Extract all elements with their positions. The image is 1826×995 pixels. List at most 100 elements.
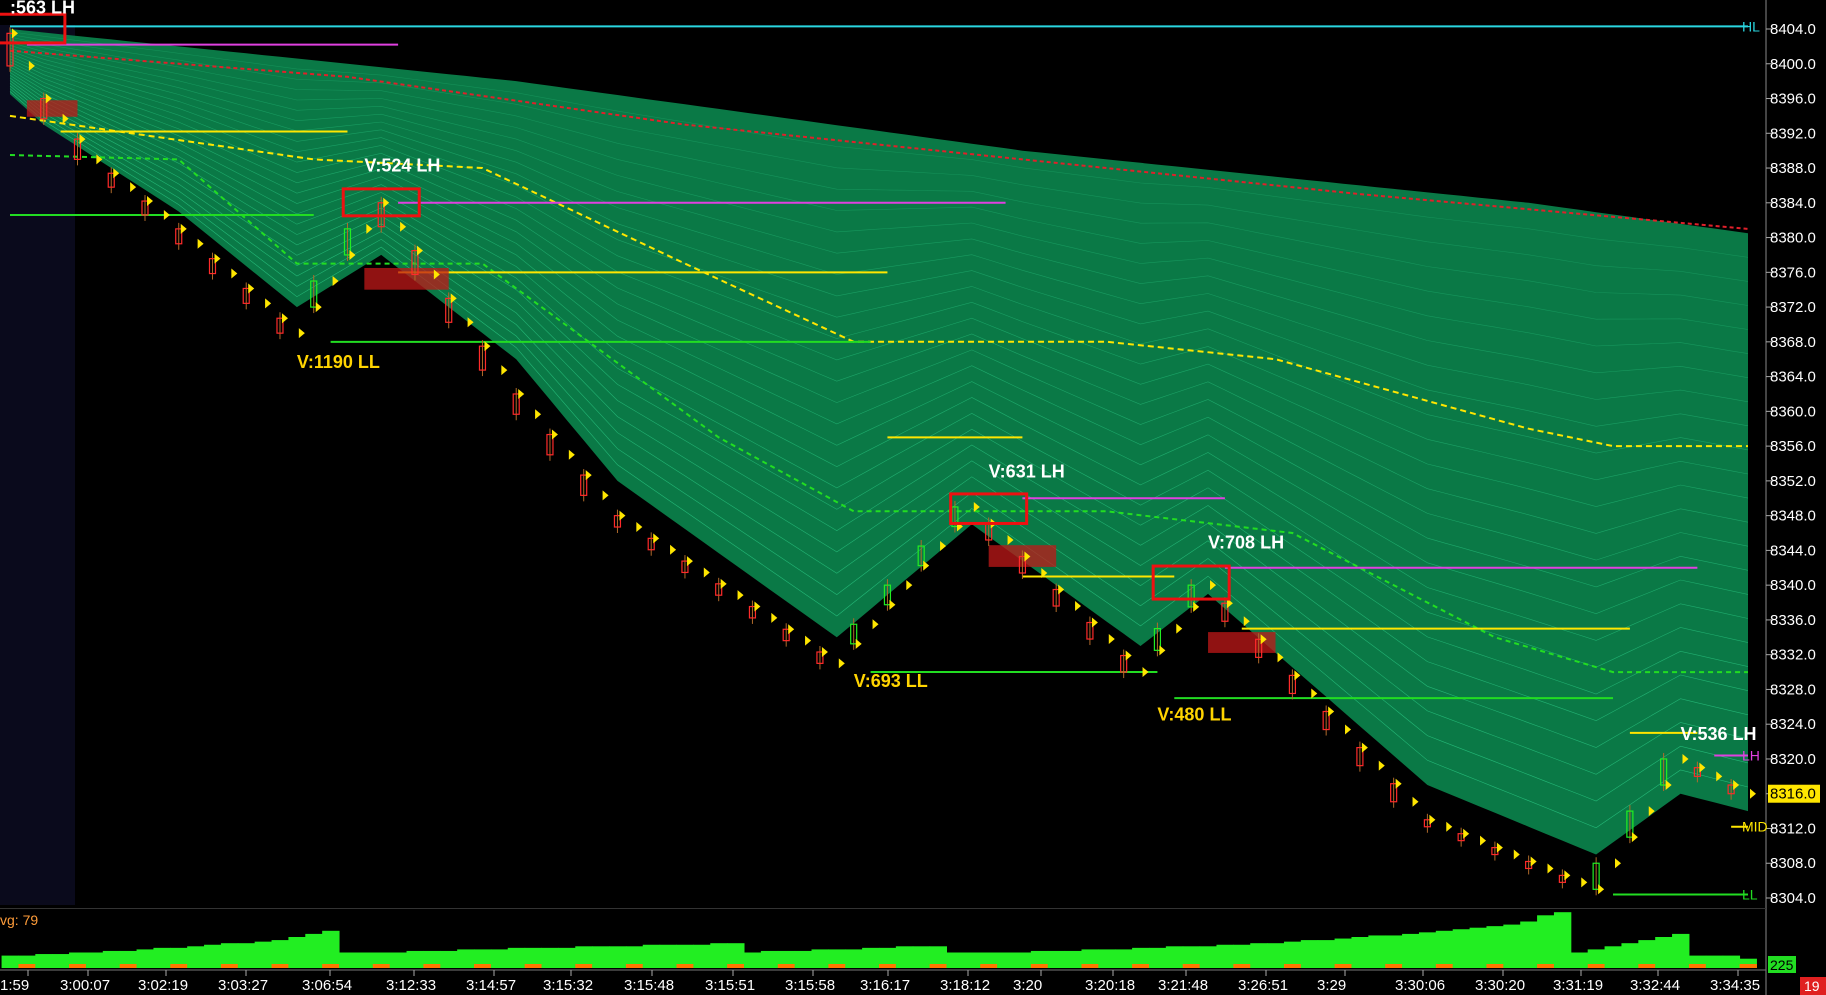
volume-bar-delta — [1739, 964, 1757, 968]
volume-bar-delta — [170, 964, 188, 968]
volume-bar — [659, 944, 678, 968]
volume-average-label: vg: 79 — [0, 912, 38, 928]
swing-high-label: V:536 LH — [1681, 724, 1757, 744]
volume-bar — [1385, 935, 1403, 968]
swing-high-label: :563 LH — [10, 0, 75, 17]
price-tick-label: 8352.0 — [1770, 473, 1816, 490]
time-tick-label: 3:16:17 — [860, 977, 910, 994]
price-tick-label: 8336.0 — [1770, 612, 1816, 629]
volume-bar — [1047, 950, 1066, 968]
volume-bar — [1013, 952, 1032, 968]
volume-bar — [102, 950, 121, 968]
volume-bar — [1537, 915, 1555, 968]
volume-bar — [541, 947, 559, 968]
volume-bar-delta — [1638, 964, 1656, 968]
volume-bar-delta — [1030, 964, 1049, 968]
volume-bar — [187, 946, 205, 968]
volume-bar — [1267, 943, 1285, 968]
time-tick-label: 3:00:07 — [60, 977, 110, 994]
volume-bar — [811, 949, 829, 968]
volume-bar — [1199, 946, 1217, 968]
price-tick-label: 8324.0 — [1770, 716, 1816, 733]
volume-bar — [1655, 937, 1673, 968]
volume-bar-delta — [1486, 964, 1504, 968]
volume-bar-delta — [474, 964, 492, 968]
volume-bar — [845, 949, 863, 968]
swing-high-label: V:524 LH — [364, 156, 440, 176]
volume-bar — [136, 949, 154, 968]
volume-bar — [1368, 935, 1386, 968]
volume-bar — [609, 946, 627, 968]
time-tick-label: 3:29 — [1317, 977, 1346, 994]
volume-bar — [963, 952, 981, 968]
price-axis-panel — [1766, 0, 1826, 995]
time-tick-label: 3:14:57 — [466, 977, 516, 994]
volume-bar — [153, 947, 171, 968]
volume-bar-delta — [879, 964, 897, 968]
price-tick-label: 8388.0 — [1770, 160, 1816, 177]
volume-bar-delta — [1587, 964, 1606, 968]
price-tick-label: 8320.0 — [1770, 751, 1816, 768]
time-tick-label: 3:15:32 — [543, 977, 593, 994]
price-tick-label: 8340.0 — [1770, 577, 1816, 594]
volume-bar — [254, 941, 273, 968]
volume-bar — [1402, 933, 1420, 968]
volume-bar — [794, 950, 813, 968]
volume-bar-delta — [1435, 964, 1454, 968]
time-tick-label: 3:15:48 — [624, 977, 674, 994]
volume-bar-delta — [271, 964, 289, 968]
volume-bar — [1317, 940, 1336, 968]
volume-bar-delta — [119, 964, 138, 968]
supply-zone — [1208, 632, 1276, 653]
volume-bar — [271, 940, 289, 968]
volume-bar — [558, 947, 576, 968]
volume-bar — [760, 950, 779, 968]
time-tick-label: 3:06:54 — [302, 977, 352, 994]
volume-bar — [457, 949, 475, 968]
price-tick-label: 8348.0 — [1770, 508, 1816, 525]
time-tick-label: 1:59 — [0, 977, 29, 994]
price-tick-label: 8312.0 — [1770, 820, 1816, 837]
price-tick-label: 8372.0 — [1770, 299, 1816, 316]
volume-bar — [1520, 921, 1538, 968]
volume-bar — [85, 952, 104, 968]
price-tick-label: 8404.0 — [1770, 21, 1816, 38]
volume-bar-delta — [69, 964, 87, 968]
volume-bar — [1469, 927, 1487, 968]
volume-bar-delta — [372, 964, 391, 968]
mid-tag: MID — [1742, 819, 1768, 835]
price-tick-label: 8396.0 — [1770, 91, 1816, 108]
volume-bar — [1300, 940, 1319, 968]
price-tick-label: 8360.0 — [1770, 403, 1816, 420]
volume-bar-delta — [1132, 964, 1150, 968]
volume-bar — [946, 952, 964, 968]
volume-bar — [389, 952, 408, 968]
price-tick-label: 8400.0 — [1770, 56, 1816, 73]
volume-bar — [1334, 938, 1352, 968]
price-tick-label: 8380.0 — [1770, 230, 1816, 247]
volume-bar — [35, 954, 53, 968]
time-tick-label: 3:15:51 — [705, 977, 755, 994]
volume-bar — [1098, 949, 1116, 968]
price-tick-label: 8356.0 — [1770, 438, 1816, 455]
price-tick-label: 8332.0 — [1770, 647, 1816, 664]
volume-panel-separator — [0, 908, 1766, 909]
last-price-value: 8316.0 — [1770, 786, 1816, 803]
volume-bar — [1148, 947, 1167, 968]
volume-bar-delta — [727, 964, 745, 968]
volume-bar — [1722, 955, 1741, 968]
volume-bar-delta — [220, 964, 239, 968]
volume-bar-delta — [423, 964, 441, 968]
ll-tag: LL — [1742, 887, 1758, 903]
volume-bar — [1115, 949, 1133, 968]
time-tick-label: 3:31:19 — [1553, 977, 1603, 994]
volume-bar — [288, 937, 306, 968]
trading-chart[interactable]: :563 LH V:524 LH V:1190 LL V:631 LH V:693 LL… — [0, 0, 1826, 995]
time-tick-label: 3:34:35 — [1710, 977, 1760, 994]
time-tick-label: 3:30:06 — [1395, 977, 1445, 994]
swing-low-label: V:480 LL — [1157, 705, 1231, 725]
volume-bar — [440, 950, 458, 968]
price-tick-label: 8384.0 — [1770, 195, 1816, 212]
volume-bar — [507, 947, 526, 968]
volume-bar-delta — [18, 964, 36, 968]
